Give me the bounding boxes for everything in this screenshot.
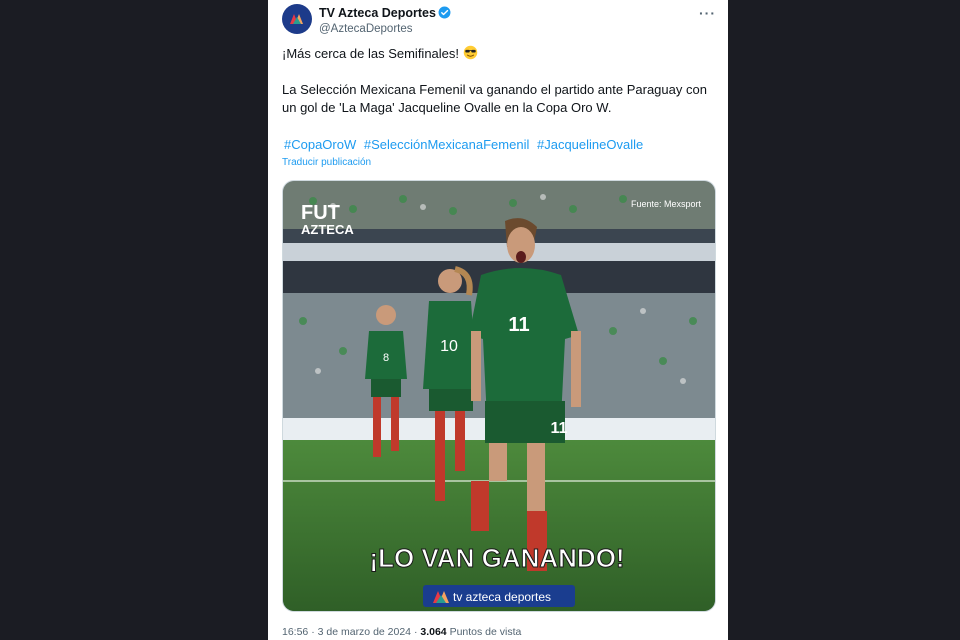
smiling-face-with-sunglasses-icon — [463, 45, 477, 60]
tweet-footer: 16:56 · 3 de marzo de 2024 · 3.064 Punto… — [282, 626, 522, 638]
hashtag-link[interactable]: #CopaOroW — [284, 137, 356, 152]
views-count: 3.064 — [420, 626, 447, 638]
right-backdrop — [728, 0, 960, 640]
author-block: TV Azteca Deportes @AztecaDeportes — [319, 4, 451, 35]
source-credit: Fuente: Mexsport — [631, 199, 702, 209]
left-backdrop — [0, 0, 268, 640]
avatar[interactable] — [282, 4, 312, 34]
azteca-logo-icon — [290, 14, 303, 24]
tweet-media-image[interactable]: 8 10 11 11 FUT AZTECA Fuente: Mexsport ¡… — [282, 180, 716, 612]
tweet-date[interactable]: 3 de marzo de 2024 — [318, 626, 411, 638]
tweet-line-1: ¡Más cerca de las Semifinales! — [282, 46, 460, 61]
translate-link[interactable]: Traducir publicación — [282, 157, 371, 168]
player-main-number: 11 — [508, 314, 529, 336]
tweet-text: ¡Más cerca de las Semifinales! La Selecc… — [282, 45, 716, 117]
brand-top-line1: FUT — [301, 202, 340, 224]
player-main-shorts-number: 11 — [551, 420, 568, 437]
display-name[interactable]: TV Azteca Deportes — [319, 6, 436, 20]
views-label: Puntos de vista — [449, 626, 522, 638]
player-back-number: 8 — [383, 352, 389, 364]
tweet-time[interactable]: 16:56 — [282, 626, 308, 638]
hashtag-list: #CopaOroW #SelecciónMexicanaFemenil #Jac… — [284, 137, 647, 152]
handle[interactable]: @AztecaDeportes — [319, 23, 451, 35]
tweet-card: TV Azteca Deportes @AztecaDeportes ··· ¡… — [268, 0, 728, 640]
tweet-paragraph-2: La Selección Mexicana Femenil va ganando… — [282, 82, 707, 115]
verified-badge-icon — [438, 6, 451, 19]
player-mid-number: 10 — [440, 338, 458, 355]
brand-bottom: tv azteca deportes — [453, 590, 551, 604]
hashtag-link[interactable]: #SelecciónMexicanaFemenil — [364, 137, 529, 152]
match-photo: 8 10 11 11 FUT AZTECA Fuente: Mexsport ¡… — [283, 181, 715, 611]
media-caption: ¡LO VAN GANANDO! — [369, 543, 624, 573]
more-options-icon[interactable]: ··· — [699, 5, 716, 21]
tweet-header: TV Azteca Deportes @AztecaDeportes ··· — [280, 4, 720, 38]
brand-top-line2: AZTECA — [301, 222, 354, 237]
hashtag-link[interactable]: #JacquelineOvalle — [537, 137, 643, 152]
